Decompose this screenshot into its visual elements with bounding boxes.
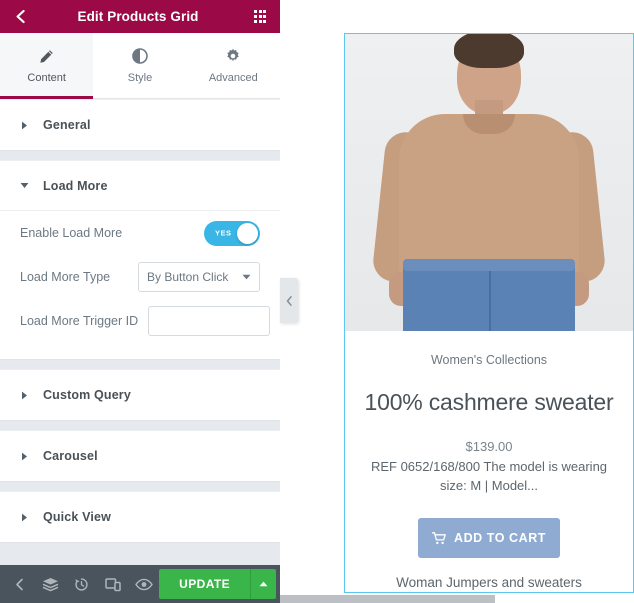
panel-footer-toolbar: UPDATE: [0, 565, 280, 603]
section-load-more-body: Enable Load More YES Load More Type By B…: [0, 211, 280, 359]
section-custom-query-title: Custom Query: [43, 388, 131, 402]
tab-style-label: Style: [127, 71, 153, 84]
add-to-cart-button[interactable]: ADD TO CART: [418, 518, 560, 559]
panel-collapse-handle[interactable]: [280, 278, 298, 323]
model-jeans-waistband: [403, 259, 575, 271]
need-help-area: Need Help ?: [0, 543, 280, 565]
toggle-knob: [237, 222, 258, 244]
elementor-editor-root: Edit Products Grid Content Style Advance…: [0, 0, 634, 603]
shopping-cart-icon: [432, 531, 446, 545]
layers-navigator-icon[interactable]: [35, 565, 66, 603]
grid-glyph: [253, 10, 267, 23]
enable-load-more-toggle[interactable]: YES: [204, 220, 260, 246]
product-excerpt: REF 0652/168/800 The model is wearing si…: [370, 459, 608, 494]
product-title[interactable]: 100% cashmere sweater: [359, 389, 619, 415]
control-enable-load-more: Enable Load More YES: [20, 211, 260, 255]
section-load-more-header[interactable]: Load More: [0, 161, 280, 211]
load-more-trigger-id-input[interactable]: [148, 306, 271, 336]
preview-horizontal-scrollbar[interactable]: [280, 594, 634, 603]
responsive-mode-icon[interactable]: [97, 565, 128, 603]
editor-panel: Edit Products Grid Content Style Advance…: [0, 0, 298, 603]
section-carousel-title: Carousel: [43, 449, 98, 463]
panel-body: General Load More Enable Load More YES L…: [0, 99, 280, 565]
add-to-cart-label: ADD TO CART: [454, 531, 546, 546]
preview-eye-icon[interactable]: [128, 565, 159, 603]
section-general-header[interactable]: General: [0, 100, 280, 150]
caret-right-icon: [20, 121, 29, 130]
tab-style[interactable]: Style: [93, 33, 187, 98]
product-card[interactable]: Women's Collections 100% cashmere sweate…: [344, 33, 634, 593]
section-quick-view: Quick View: [0, 491, 280, 543]
product-card-text: Women's Collections 100% cashmere sweate…: [345, 331, 633, 590]
tab-advanced[interactable]: Advanced: [186, 33, 280, 98]
section-quick-view-title: Quick View: [43, 510, 111, 524]
model-hair: [454, 34, 524, 68]
tab-content[interactable]: Content: [0, 33, 94, 99]
section-quick-view-header[interactable]: Quick View: [0, 492, 280, 542]
page-title: Edit Products Grid: [77, 9, 199, 24]
section-carousel-header[interactable]: Carousel: [0, 431, 280, 481]
panel-tabs: Content Style Advanced: [0, 33, 280, 99]
tab-advanced-label: Advanced: [208, 71, 258, 84]
load-more-trigger-id-label: Load More Trigger ID: [20, 314, 139, 328]
enable-load-more-label: Enable Load More: [20, 226, 123, 240]
load-more-type-select[interactable]: By Button Click: [138, 262, 260, 292]
section-carousel: Carousel: [0, 430, 280, 482]
product-image[interactable]: [345, 34, 633, 331]
section-load-more-title: Load More: [43, 178, 108, 193]
chevron-down-icon: [241, 274, 251, 280]
back-chevron-icon[interactable]: [4, 565, 35, 603]
toggle-state-label: YES: [215, 228, 232, 238]
product-price: $139.00: [465, 439, 513, 455]
section-general-title: General: [43, 118, 91, 132]
scrollbar-thumb[interactable]: [280, 595, 495, 603]
section-general: General: [0, 99, 280, 151]
control-load-more-type: Load More Type By Button Click: [20, 255, 260, 299]
tab-content-label: Content: [27, 71, 66, 84]
product-category-bottom[interactable]: Woman Jumpers and sweaters: [359, 575, 619, 590]
section-load-more: Load More Enable Load More YES Load More…: [0, 160, 280, 360]
widgets-grid-icon[interactable]: [249, 6, 271, 28]
caret-right-icon: [20, 513, 29, 522]
history-clock-icon[interactable]: [66, 565, 97, 603]
caret-up-icon[interactable]: [250, 569, 277, 599]
gear-icon: [225, 48, 241, 65]
caret-down-icon: [20, 182, 29, 189]
load-more-type-label: Load More Type: [20, 270, 111, 284]
panel-header: Edit Products Grid: [0, 0, 280, 33]
control-load-more-trigger-id: Load More Trigger ID: [20, 299, 271, 343]
contrast-icon: [132, 48, 148, 65]
caret-right-icon: [20, 452, 29, 461]
pencil-icon: [39, 48, 54, 65]
section-custom-query-header[interactable]: Custom Query: [0, 370, 280, 420]
load-more-type-value: By Button Click: [147, 270, 229, 284]
update-button[interactable]: UPDATE: [159, 569, 251, 599]
preview-canvas: Women's Collections 100% cashmere sweate…: [280, 0, 634, 603]
update-button-group: UPDATE: [159, 569, 280, 599]
section-custom-query: Custom Query: [0, 369, 280, 421]
product-category-top[interactable]: Women's Collections: [359, 353, 619, 367]
caret-right-icon: [20, 391, 29, 400]
